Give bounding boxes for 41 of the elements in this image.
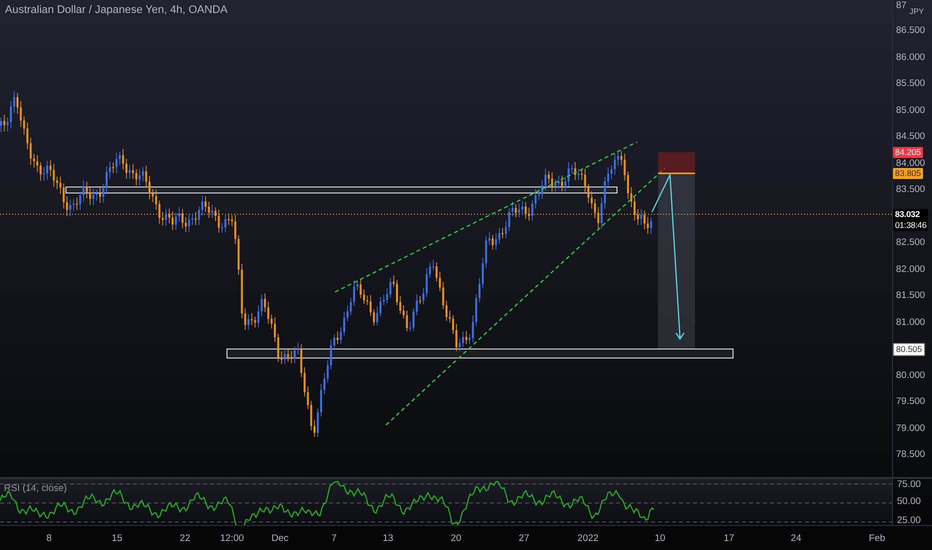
price-tick: 82.000 xyxy=(896,264,926,274)
price-tick: 79.500 xyxy=(896,396,926,407)
time-label: 27 xyxy=(518,533,530,544)
rsi-tick: 25.00 xyxy=(897,515,921,526)
price-tick: 79.000 xyxy=(896,422,926,434)
chart-title: Australian Dollar / Japanese Yen, 4h, OANDA xyxy=(5,4,228,16)
price-tick: 81.000 xyxy=(896,316,926,328)
price-tick: 80.000 xyxy=(896,370,926,380)
price-tick: 84.000 xyxy=(896,158,926,168)
time-label: 20 xyxy=(450,533,462,544)
price-tick: 86.000 xyxy=(896,52,926,62)
currency-label: JPY xyxy=(909,7,924,16)
time-label: 22 xyxy=(180,533,190,544)
price-tick: 87 xyxy=(896,0,907,11)
price-tick: 83.500 xyxy=(896,184,926,195)
price-tick: 85.000 xyxy=(896,104,926,116)
price-badge: 83.805 xyxy=(893,168,923,179)
time-label: 7 xyxy=(331,533,337,544)
price-tick: 82.500 xyxy=(896,237,926,248)
time-label: 8 xyxy=(46,533,52,544)
time-label: Feb xyxy=(868,533,886,544)
rsi-tick: 50.00 xyxy=(897,496,921,507)
price-tick: 86.500 xyxy=(896,25,926,36)
time-label: 15 xyxy=(112,533,122,544)
rsi-label: RSI (14, close) xyxy=(4,483,67,494)
time-label: 13 xyxy=(382,533,394,544)
time-label: 2022 xyxy=(577,533,599,544)
time-label: 24 xyxy=(790,533,802,544)
price-tick: 84.500 xyxy=(896,131,926,142)
price-badge: 80.505 xyxy=(893,342,925,356)
price-tick: 81.500 xyxy=(896,290,926,301)
last-price: 83.032 xyxy=(895,208,921,220)
time-label: 10 xyxy=(654,533,666,544)
price-badge: 84.205 xyxy=(893,146,923,158)
price-tick: 78.500 xyxy=(896,449,926,460)
rsi-tick: 75.00 xyxy=(897,479,921,490)
price-tick: 85.500 xyxy=(896,78,926,89)
time-label: Dec xyxy=(272,533,288,544)
time-label: 12:00 xyxy=(220,533,244,544)
time-label: 17 xyxy=(724,533,734,544)
bar-countdown: 01:38:46 xyxy=(895,220,926,231)
